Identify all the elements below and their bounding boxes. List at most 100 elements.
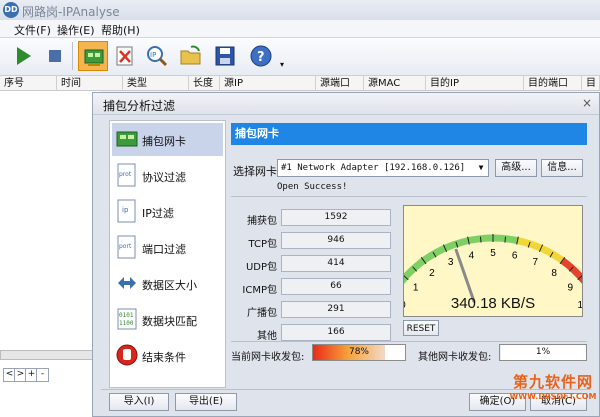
current-adapter-progress: 78% bbox=[312, 344, 406, 361]
column-header[interactable]: 时间 bbox=[57, 76, 123, 91]
dialog-title-bar: 捕包分析过滤 × bbox=[93, 93, 599, 115]
stat-label: 捕获包 bbox=[247, 216, 277, 227]
ip-search-icon: IP bbox=[147, 46, 168, 67]
nav-item-port[interactable]: port 端口过滤 bbox=[112, 231, 223, 264]
column-header[interactable]: 源IP bbox=[220, 76, 316, 91]
column-header[interactable]: 序号 bbox=[0, 76, 57, 91]
stop-button[interactable] bbox=[40, 41, 70, 71]
binary-data-icon: 0101 1100 bbox=[117, 308, 137, 330]
menu-bar: 文件(F) 操作(E) 帮助(H) bbox=[0, 20, 600, 38]
divider bbox=[231, 196, 587, 197]
gauge-tick-label: 3 bbox=[448, 257, 454, 268]
column-header[interactable]: 源端口 bbox=[316, 76, 364, 91]
horizontal-scrollbar[interactable] bbox=[0, 350, 98, 360]
stat-label: UDP包 bbox=[245, 262, 277, 273]
packet-list-header: 序号 时间 类型 长度 源IP 源端口 源MAC 目的IP 目的端口 目 bbox=[0, 76, 600, 91]
nav-item-ip[interactable]: ip IP过滤 bbox=[112, 195, 223, 228]
svg-text:prot: prot bbox=[119, 171, 132, 178]
nav-item-protocol[interactable]: prot 协议过滤 bbox=[112, 159, 223, 192]
reset-button[interactable]: RESET bbox=[403, 320, 439, 336]
current-adapter-label: 当前网卡收发包: bbox=[231, 352, 305, 363]
delete-icon bbox=[116, 46, 133, 66]
stat-value: 66 bbox=[281, 278, 391, 295]
ip-search-button[interactable]: IP bbox=[142, 41, 172, 71]
port-icon: port bbox=[117, 235, 136, 259]
nav-item-adapter[interactable]: 捕包网卡 bbox=[112, 123, 223, 156]
network-card-icon bbox=[84, 49, 104, 66]
other-adapter-label: 其他网卡收发包: bbox=[418, 352, 492, 363]
gauge-reading: 340.18 KB/S bbox=[451, 295, 535, 312]
toolbar: IP ? ▾ bbox=[0, 38, 600, 76]
gauge-tick-label: 2 bbox=[429, 268, 435, 279]
menu-operate[interactable]: 操作(E) bbox=[57, 22, 95, 38]
stat-value: 1592 bbox=[281, 209, 391, 226]
column-header[interactable]: 目的端口 bbox=[524, 76, 582, 91]
delete-button[interactable] bbox=[110, 41, 140, 71]
gauge-tick-label: 8 bbox=[551, 268, 557, 279]
nav-item-label: 数据块匹配 bbox=[142, 315, 197, 328]
stat-label: ICMP包 bbox=[242, 285, 277, 296]
start-button[interactable] bbox=[8, 41, 38, 71]
ip-icon: ip bbox=[117, 199, 136, 223]
menu-help[interactable]: 帮助(H) bbox=[101, 22, 140, 38]
app-logo-icon: DD bbox=[3, 2, 19, 18]
network-card-button[interactable] bbox=[78, 41, 108, 71]
adapter-label: 选择网卡: bbox=[233, 165, 281, 178]
stop-hand-icon bbox=[116, 344, 138, 366]
help-icon: ? bbox=[250, 45, 272, 67]
open-button[interactable] bbox=[176, 41, 206, 71]
column-header[interactable]: 目的IP bbox=[426, 76, 524, 91]
save-button[interactable] bbox=[210, 41, 240, 71]
menu-file[interactable]: 文件(F) bbox=[14, 22, 51, 38]
export-button[interactable]: 导出(E) bbox=[175, 393, 237, 411]
nav-item-label: 端口过滤 bbox=[142, 243, 186, 256]
import-button[interactable]: 导入(I) bbox=[109, 393, 169, 411]
svg-text:1100: 1100 bbox=[119, 320, 134, 327]
gauge-tick-label: 7 bbox=[533, 257, 539, 268]
adapter-select[interactable]: #1 Network Adapter [192.168.0.126] ▼ bbox=[277, 159, 489, 177]
play-icon bbox=[17, 47, 31, 65]
nav-item-label: 数据区大小 bbox=[142, 279, 197, 292]
adapter-panel: 捕包网卡 选择网卡: #1 Network Adapter [192.168.0… bbox=[231, 123, 599, 363]
gauge-tick-label: 9 bbox=[568, 282, 574, 293]
info-button[interactable]: 信息... bbox=[541, 159, 583, 177]
gauge-dial: 012 3 4 5 6 7 89 10 340.18 KB/S bbox=[387, 234, 599, 312]
status-text: Open Success! bbox=[277, 182, 348, 192]
close-icon[interactable]: × bbox=[581, 97, 593, 109]
pane-tab-buttons: < > + - bbox=[0, 368, 100, 382]
svg-text:port: port bbox=[119, 243, 132, 250]
gauge-tick-label: 0 bbox=[404, 300, 406, 311]
app-title: 网路岗-IPAnalyse bbox=[22, 5, 120, 19]
nav-item-label: 结束条件 bbox=[142, 351, 186, 364]
divider bbox=[231, 341, 587, 342]
dialog-title: 捕包分析过滤 bbox=[103, 99, 176, 113]
toolbar-overflow-icon[interactable]: ▾ bbox=[280, 60, 284, 69]
stat-label: TCP包 bbox=[248, 239, 277, 250]
site-watermark: 第九软件网 WWW.D9SOFT.COM bbox=[508, 371, 598, 415]
nav-item-data-size[interactable]: 数据区大小 bbox=[112, 267, 223, 300]
adapter-value: #1 Network Adapter [192.168.0.126] bbox=[281, 163, 466, 173]
other-adapter-progress: 1% bbox=[499, 344, 587, 361]
column-header[interactable]: 目 bbox=[582, 76, 600, 91]
capture-filter-dialog: 捕包分析过滤 × 捕包网卡 prot 协议过滤 ip IP过滤 port 端口过… bbox=[92, 92, 600, 417]
column-header[interactable]: 类型 bbox=[123, 76, 189, 91]
resize-icon bbox=[118, 277, 136, 289]
throughput-gauge: 012 3 4 5 6 7 89 10 340.18 KB/S bbox=[387, 205, 599, 317]
column-header[interactable]: 源MAC bbox=[364, 76, 426, 91]
gauge-tick-label: 6 bbox=[512, 250, 518, 261]
column-header[interactable]: 长度 bbox=[189, 76, 220, 91]
advanced-button[interactable]: 高级... bbox=[495, 159, 537, 177]
help-button[interactable]: ? bbox=[246, 41, 276, 71]
gauge-tick-label: 4 bbox=[469, 250, 475, 261]
nav-item-stop-condition[interactable]: 结束条件 bbox=[112, 339, 223, 372]
network-card-icon bbox=[116, 131, 138, 147]
open-folder-icon bbox=[180, 45, 201, 65]
chevron-down-icon[interactable]: ▼ bbox=[474, 160, 488, 176]
protocol-icon: prot bbox=[117, 163, 136, 187]
nav-item-label: 捕包网卡 bbox=[142, 135, 186, 148]
remove-tab-button[interactable]: - bbox=[36, 368, 49, 382]
progress-text: 1% bbox=[535, 347, 551, 357]
nav-item-data-match[interactable]: 0101 1100 数据块匹配 bbox=[112, 303, 223, 336]
gauge-tick-label: 1 bbox=[413, 282, 419, 293]
nav-item-label: IP过滤 bbox=[142, 207, 174, 220]
